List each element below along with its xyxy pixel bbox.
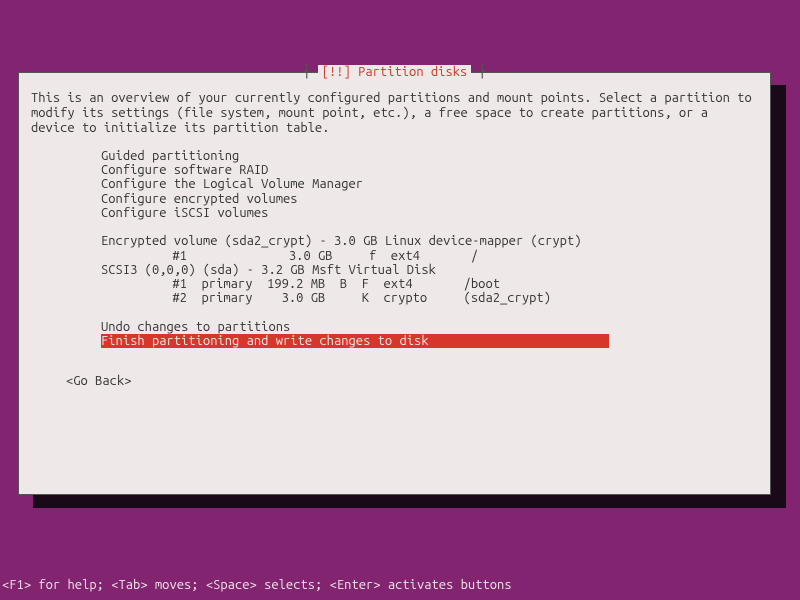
title-border-right: ├ [471, 65, 486, 79]
disk-scsi-sda[interactable]: SCSI3 (0,0,0) (sda) - 3.2 GB Msft Virtua… [101, 263, 758, 277]
menu-finish-partitioning[interactable]: Finish partitioning and write changes to… [101, 334, 609, 348]
menu-configure-encrypted[interactable]: Configure encrypted volumes [101, 192, 758, 206]
partition-sda-2[interactable]: #2 primary 3.0 GB K crypto (sda2_crypt) [101, 291, 758, 305]
menu-undo-changes[interactable]: Undo changes to partitions [101, 320, 758, 334]
title-border-left: ┤ [303, 65, 318, 79]
menu-guided-partitioning[interactable]: Guided partitioning [101, 149, 758, 163]
partition-sda2crypt-1[interactable]: #1 3.0 GB f ext4 / [101, 249, 758, 263]
blank-line [101, 306, 758, 320]
dialog-title-row: ┤ [!!] Partition disks ├ [19, 65, 770, 79]
menu-area: Guided partitioning Configure software R… [31, 149, 758, 349]
menu-configure-raid[interactable]: Configure software RAID [101, 163, 758, 177]
dialog-content: This is an overview of your currently co… [19, 73, 770, 399]
blank-line [101, 220, 758, 234]
intro-text: This is an overview of your currently co… [31, 91, 758, 136]
go-back-button[interactable]: <Go Back> [31, 374, 758, 388]
menu-configure-lvm[interactable]: Configure the Logical Volume Manager [101, 177, 758, 191]
disk-encrypted-volume[interactable]: Encrypted volume (sda2_crypt) - 3.0 GB L… [101, 234, 758, 248]
menu-configure-iscsi[interactable]: Configure iSCSI volumes [101, 206, 758, 220]
partition-sda-1[interactable]: #1 primary 199.2 MB B F ext4 /boot [101, 277, 758, 291]
dialog-title: [!!] Partition disks [318, 65, 472, 79]
partition-dialog: ┤ [!!] Partition disks ├ This is an over… [18, 72, 771, 495]
footer-help-text: <F1> for help; <Tab> moves; <Space> sele… [2, 578, 512, 592]
